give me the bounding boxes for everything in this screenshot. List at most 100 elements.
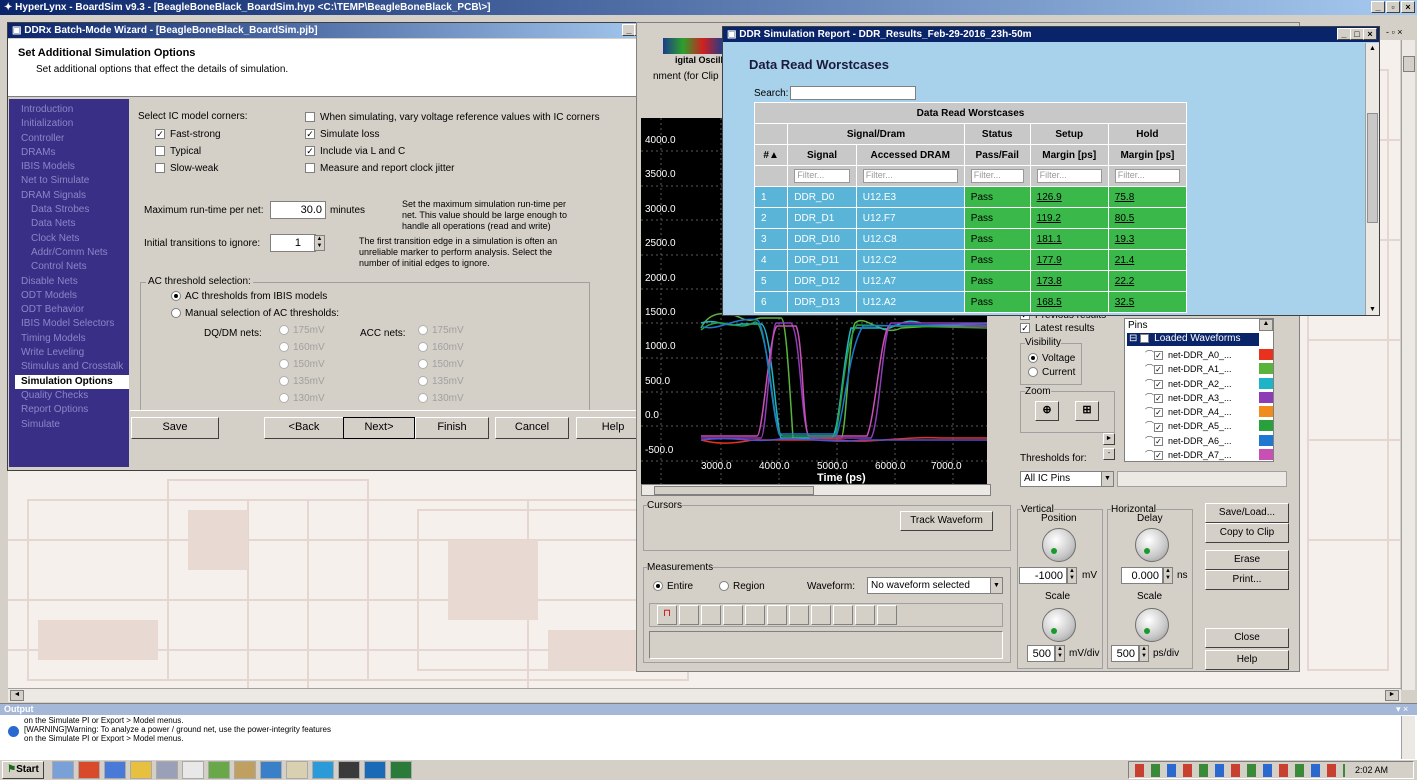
- wizard-nav-item[interactable]: Report Options: [21, 403, 129, 417]
- ac-ibis-radio[interactable]: AC thresholds from IBIS models: [171, 291, 327, 302]
- dq-threshold-radio[interactable]: 160mV: [279, 342, 325, 359]
- dq-threshold-radio[interactable]: 175mV: [279, 325, 325, 342]
- cell-hold[interactable]: 21.4: [1107, 249, 1187, 271]
- wizard-nav-item[interactable]: Addr/Comm Nets: [21, 246, 129, 260]
- horizontal-scale-input[interactable]: 500: [1111, 645, 1139, 662]
- measure-eye-icon[interactable]: [811, 605, 831, 625]
- cell-setup[interactable]: 181.1: [1029, 228, 1109, 250]
- table-row[interactable]: 6 DDR_D13 U12.A2 Pass 168.5 32.5: [754, 291, 1187, 313]
- erase-button[interactable]: Erase: [1205, 550, 1289, 570]
- output-scrollbar[interactable]: [1401, 716, 1415, 760]
- wizard-nav-item[interactable]: Timing Models: [21, 332, 129, 346]
- corner-slow-checkbox[interactable]: Slow-weak: [155, 163, 218, 174]
- waveform-color-swatch[interactable]: [1259, 349, 1273, 360]
- measure-rise-icon[interactable]: [679, 605, 699, 625]
- waveform-list-item[interactable]: ⌒✓ net-DDR_A0_...: [1125, 348, 1275, 362]
- wizard-nav-item[interactable]: Simulate: [21, 418, 129, 432]
- wizard-nav-item[interactable]: Initialization: [21, 117, 129, 131]
- wizard-nav-item[interactable]: Control Nets: [21, 260, 129, 274]
- vertical-position-knob[interactable]: [1042, 528, 1076, 562]
- copy-to-clip-button[interactable]: Copy to Clip: [1205, 523, 1289, 543]
- next-button[interactable]: Next>: [343, 417, 415, 439]
- filter-cell-dram[interactable]: Filter...: [855, 165, 965, 187]
- search-input[interactable]: [790, 86, 916, 100]
- voltage-radio[interactable]: Voltage: [1028, 353, 1075, 364]
- filter-cell-setup[interactable]: Filter...: [1029, 165, 1109, 187]
- thresholds-select[interactable]: All IC Pins ▼: [1020, 471, 1114, 487]
- cell-hold[interactable]: 75.8: [1107, 186, 1187, 208]
- zoom-in-icon[interactable]: ⊕: [1035, 401, 1059, 421]
- app-restore-button[interactable]: ▫: [1386, 1, 1400, 13]
- ac-manual-radio[interactable]: Manual selection of AC thresholds:: [171, 308, 339, 319]
- start-button[interactable]: ⚑Start: [2, 761, 44, 779]
- report-maximize-button[interactable]: □: [1350, 28, 1364, 40]
- waveform-list-item[interactable]: ⌒✓ net-DDR_A3_...: [1125, 391, 1275, 405]
- filter-cell-signal[interactable]: Filter...: [787, 165, 857, 187]
- wizard-nav-item[interactable]: Quality Checks: [21, 389, 129, 403]
- cell-setup[interactable]: 126.9: [1029, 186, 1109, 208]
- taskbar-app-icons[interactable]: [52, 761, 416, 779]
- collapse-left-button[interactable]: -: [1103, 448, 1115, 460]
- horizontal-delay-knob[interactable]: [1135, 528, 1169, 562]
- acc-threshold-radio[interactable]: 130mV: [418, 393, 464, 410]
- table-row[interactable]: 5 DDR_D12 U12.A7 Pass 173.8 22.2: [754, 270, 1187, 292]
- acc-threshold-radio[interactable]: 160mV: [418, 342, 464, 359]
- vertical-position-spinner[interactable]: ▲ ▼: [1067, 567, 1077, 584]
- wizard-nav-item[interactable]: Stimulus and Crosstalk: [21, 360, 129, 374]
- table-row[interactable]: 2 DDR_D1 U12.F7 Pass 119.2 80.5: [754, 207, 1187, 229]
- measure-fall-icon[interactable]: [701, 605, 721, 625]
- main-horizontal-scrollbar[interactable]: ◄ ►: [8, 688, 1401, 702]
- horizontal-scale-knob[interactable]: [1135, 608, 1169, 642]
- report-vertical-scrollbar[interactable]: ▲ ▼: [1365, 43, 1379, 315]
- acc-threshold-radio[interactable]: 135mV: [418, 376, 464, 393]
- vary-vref-checkbox[interactable]: When simulating, vary voltage reference …: [305, 112, 600, 123]
- scope-help-button[interactable]: Help: [1205, 650, 1289, 670]
- measure-delay-icon[interactable]: [767, 605, 787, 625]
- mdi-controls[interactable]: - ▫ ×: [1386, 27, 1402, 37]
- col-header-dram[interactable]: Accessed DRAM: [855, 144, 965, 166]
- print-button[interactable]: Print...: [1205, 570, 1289, 590]
- vertical-scale-spinner[interactable]: ▲ ▼: [1055, 645, 1065, 662]
- cancel-button[interactable]: Cancel: [495, 417, 569, 439]
- cell-hold[interactable]: 32.5: [1107, 291, 1187, 313]
- table-row[interactable]: 3 DDR_D10 U12.C8 Pass 181.1 19.3: [754, 228, 1187, 250]
- wizard-nav-item[interactable]: Data Nets: [21, 217, 129, 231]
- main-vertical-scrollbar[interactable]: [1401, 40, 1415, 690]
- wizard-nav-item[interactable]: Clock Nets: [21, 232, 129, 246]
- tray-icons[interactable]: [1135, 764, 1345, 777]
- horizontal-delay-spinner[interactable]: ▲ ▼: [1163, 567, 1173, 584]
- expand-right-button[interactable]: ►: [1103, 433, 1115, 445]
- measure-undershoot-icon[interactable]: [745, 605, 765, 625]
- include-via-checkbox[interactable]: ✓ Include via L and C: [305, 146, 405, 157]
- cell-setup[interactable]: 119.2: [1029, 207, 1109, 229]
- cell-hold[interactable]: 80.5: [1107, 207, 1187, 229]
- vertical-scale-knob[interactable]: [1042, 608, 1076, 642]
- simulate-loss-checkbox[interactable]: ✓ Simulate loss: [305, 129, 379, 140]
- vertical-scale-input[interactable]: 500: [1027, 645, 1055, 662]
- col-header-pass-fail[interactable]: Pass/Fail: [963, 144, 1031, 166]
- measure-marker-icon[interactable]: [833, 605, 853, 625]
- wizard-nav-item[interactable]: ODT Models: [21, 289, 129, 303]
- region-radio[interactable]: Region: [719, 581, 765, 592]
- thresholds-select-2[interactable]: [1117, 471, 1287, 487]
- initial-transitions-spinner[interactable]: ▲ ▼: [314, 235, 325, 251]
- cell-setup[interactable]: 168.5: [1029, 291, 1109, 313]
- current-radio[interactable]: Current: [1028, 367, 1075, 378]
- wizard-nav-item[interactable]: Simulation Options: [15, 374, 129, 389]
- wizard-nav-item[interactable]: Net to Simulate: [21, 174, 129, 188]
- col-header-setup-margin[interactable]: Margin [ps]: [1029, 144, 1109, 166]
- col-header-signal[interactable]: Signal: [787, 144, 857, 166]
- cell-hold[interactable]: 19.3: [1107, 228, 1187, 250]
- report-close-button[interactable]: ×: [1363, 28, 1377, 40]
- save-load-button[interactable]: Save/Load...: [1205, 503, 1289, 523]
- acc-threshold-radio[interactable]: 150mV: [418, 359, 464, 376]
- back-button[interactable]: <Back: [264, 417, 344, 439]
- measure-settings-icon[interactable]: [877, 605, 897, 625]
- finish-button[interactable]: Finish: [415, 417, 489, 439]
- filter-cell-status[interactable]: Filter...: [963, 165, 1031, 187]
- wizard-nav-item[interactable]: Disable Nets: [21, 275, 129, 289]
- initial-transitions-input[interactable]: 1: [270, 234, 316, 252]
- measure-skew-icon[interactable]: [789, 605, 809, 625]
- waveform-list-item[interactable]: ⌒✓ net-DDR_A6_...: [1125, 434, 1275, 448]
- wizard-nav-item[interactable]: Controller: [21, 132, 129, 146]
